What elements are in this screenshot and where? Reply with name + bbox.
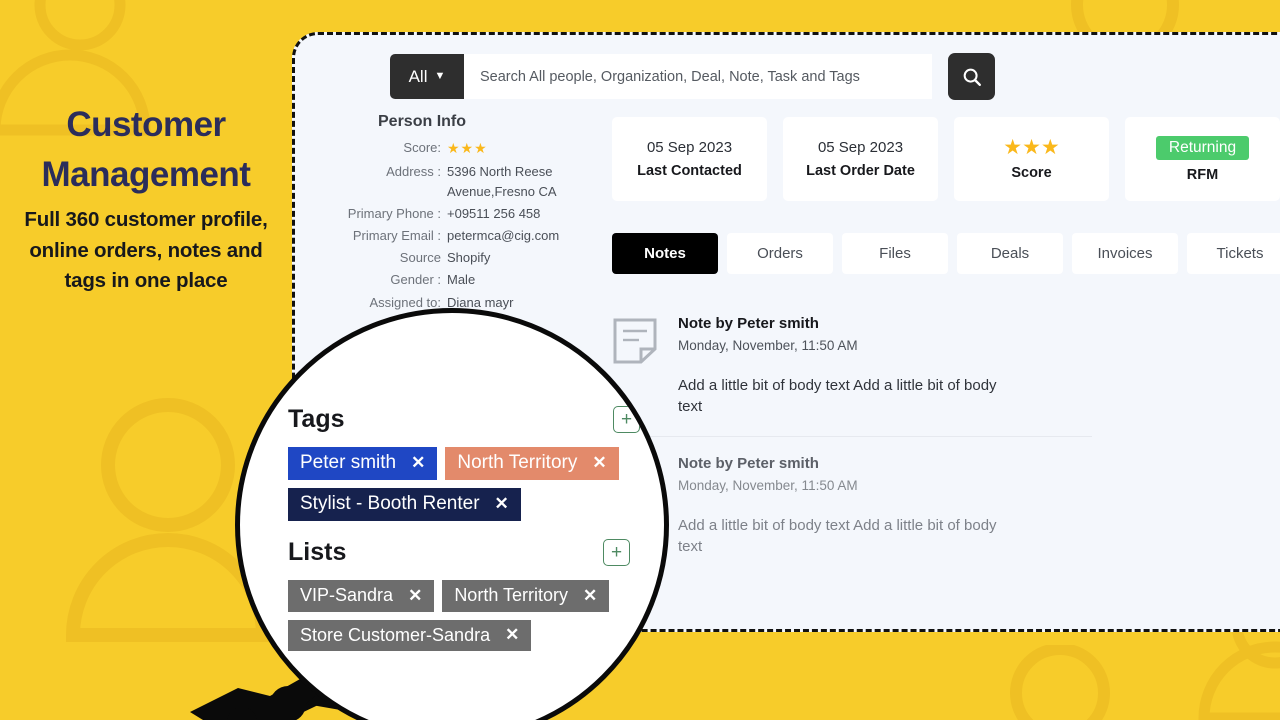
stat-card-row: 05 Sep 2023 Last Contacted 05 Sep 2023 Last… — [612, 117, 1280, 201]
person-info-row: Primary Email : petermca@cig.com — [333, 226, 588, 246]
tag-chip[interactable]: Peter smith ✕ — [288, 447, 438, 480]
tab-tickets[interactable]: Tickets — [1187, 233, 1280, 274]
list-chip-list: VIP-Sandra ✕ North Territory ✕ Store Custome… — [288, 580, 640, 651]
note-timestamp: Monday, November, 11:50 AM — [678, 477, 858, 493]
tag-chip[interactable]: North Territory ✕ — [445, 447, 619, 480]
person-info-value: petermca@cig.com — [447, 228, 560, 244]
person-info-row: Address : 5396 North Reese Avenue,Fresno … — [333, 162, 588, 202]
person-info-value: Male — [447, 272, 476, 288]
add-tag-button[interactable]: + — [613, 406, 640, 433]
stat-card: ★★★ Score — [954, 117, 1109, 201]
list-chip[interactable]: VIP-Sandra ✕ — [288, 580, 435, 612]
person-info-card: Person Info Score: ★★★ Address : 5396 North… — [333, 113, 588, 315]
chevron-down-icon: ▼ — [434, 70, 446, 82]
note-item[interactable]: Note by Peter smith Monday, November, 11:… — [612, 435, 1092, 576]
search-scope-dropdown[interactable]: All ▼ — [390, 54, 464, 99]
note-body: Add a little bit of body text Add a litt… — [678, 377, 997, 416]
person-info-row: Primary Phone : +09511 256 458 — [333, 204, 588, 224]
lists-section-header: Lists + — [288, 538, 630, 567]
notes-list: Note by Peter smith Monday, November, 11:… — [612, 297, 1092, 575]
status-badge: Returning — [1155, 135, 1250, 160]
tab-deals[interactable]: Deals — [957, 233, 1063, 274]
stat-label: Last Order Date — [806, 163, 915, 179]
remove-tag-chip-icon[interactable]: ✕ — [592, 454, 606, 471]
magnifier-lens: Tags + Peter smith ✕ North Territory ✕ Styli… — [235, 308, 669, 720]
stat-label: Last Contacted — [637, 163, 742, 179]
tab-notes[interactable]: Notes — [612, 233, 718, 274]
global-search-bar: All ▼ Search All people, Organization, D… — [390, 53, 995, 100]
person-info-row: Gender : Male — [333, 270, 588, 290]
add-list-button[interactable]: + — [603, 539, 630, 566]
person-info-value: 5396 North Reese Avenue,Fresno CA — [447, 163, 557, 199]
remove-tag-chip-icon[interactable]: ✕ — [495, 495, 509, 512]
tags-section: Tags + Peter smith ✕ North Territory ✕ Styli… — [288, 405, 640, 521]
stat-card: 05 Sep 2023 Last Order Date — [783, 117, 938, 201]
search-scope-label: All — [408, 66, 428, 86]
remove-list-chip-icon[interactable]: ✕ — [505, 626, 519, 643]
tag-chip-label: North Territory — [457, 452, 578, 473]
person-outline-icon-bottom-right — [955, 645, 1165, 720]
remove-list-chip-icon[interactable]: ✕ — [408, 587, 422, 604]
note-timestamp: Monday, November, 11:50 AM — [678, 338, 858, 353]
list-chip-label: Store Customer-Sandra — [300, 624, 491, 645]
tags-title: Tags — [288, 405, 345, 433]
stat-value: 05 Sep 2023 — [646, 139, 733, 156]
lists-title: Lists — [288, 538, 347, 566]
person-info-label: Gender : — [390, 272, 441, 288]
person-info-label: Source — [399, 250, 441, 266]
list-chip[interactable]: Store Customer-Sandra ✕ — [288, 619, 532, 651]
promo-title-line1: Customer — [66, 105, 226, 144]
stat-card: Returning RFM — [1125, 117, 1280, 201]
person-info-label: Primary Phone : — [347, 205, 441, 221]
tag-chip-label: Stylist - Booth Renter — [300, 492, 480, 514]
tag-chip[interactable]: Stylist - Booth Renter ✕ — [288, 487, 521, 521]
person-info-rows: Score: ★★★ Address : 5396 North Reese Avenu… — [333, 138, 588, 313]
note-body: Add a little bit of body text Add a litt… — [678, 516, 997, 555]
list-chip-label: VIP-Sandra — [300, 585, 394, 605]
stat-label: RFM — [1186, 166, 1219, 183]
promo-block: Customer Management Full 360 customer pr… — [0, 100, 292, 296]
stat-label: Score — [1011, 165, 1052, 181]
remove-tag-chip-icon[interactable]: ✕ — [411, 454, 425, 471]
lists-section: Lists + VIP-Sandra ✕ North Territory ✕ Store… — [288, 538, 640, 651]
record-tab-strip: Notes Orders Files Deals Invoices Tickets — [612, 233, 1280, 274]
stat-value: 05 Sep 2023 — [817, 139, 904, 156]
screenshot-stage: Customer Management Full 360 customer pr… — [0, 0, 1280, 720]
person-info-value: +09511 256 458 — [447, 205, 541, 221]
remove-list-chip-icon[interactable]: ✕ — [583, 587, 597, 604]
promo-subtitle: Full 360 customer profile, online orders… — [24, 208, 268, 292]
person-info-label: Score: — [403, 140, 441, 155]
search-input[interactable]: Search All people, Organization, Deal, N… — [464, 54, 932, 99]
search-placeholder-text: Search All people, Organization, Deal, N… — [480, 68, 860, 85]
note-author: Note by Peter smith — [678, 454, 819, 472]
tags-section-header: Tags + — [288, 405, 640, 434]
tab-files[interactable]: Files — [842, 233, 948, 274]
person-info-score-stars: ★★★ — [447, 140, 488, 156]
person-info-label: Address : — [386, 163, 441, 179]
score-stars: ★★★ — [1003, 136, 1060, 159]
promo-title: Customer Management — [0, 100, 292, 199]
person-info-row: Score: ★★★ — [333, 138, 588, 160]
tab-invoices[interactable]: Invoices — [1072, 233, 1178, 274]
list-chip-label: North Territory — [454, 585, 569, 605]
list-chip[interactable]: North Territory ✕ — [442, 580, 610, 612]
note-item[interactable]: Note by Peter smith Monday, November, 11:… — [612, 297, 1092, 436]
person-info-label: Primary Email : — [352, 228, 441, 244]
stat-card: 05 Sep 2023 Last Contacted — [612, 117, 767, 201]
search-icon — [963, 68, 981, 86]
person-info-value: Shopify — [447, 250, 491, 266]
tag-chip-label: Peter smith — [300, 452, 397, 473]
tag-chip-list: Peter smith ✕ North Territory ✕ Stylist - Bo… — [288, 447, 640, 521]
search-submit-button[interactable] — [948, 53, 995, 100]
person-info-heading: Person Info — [378, 113, 467, 130]
promo-title-line2: Management — [41, 154, 251, 194]
note-author: Note by Peter smith — [678, 315, 819, 332]
person-info-row: Source Shopify — [333, 248, 588, 268]
tab-orders[interactable]: Orders — [727, 233, 833, 274]
